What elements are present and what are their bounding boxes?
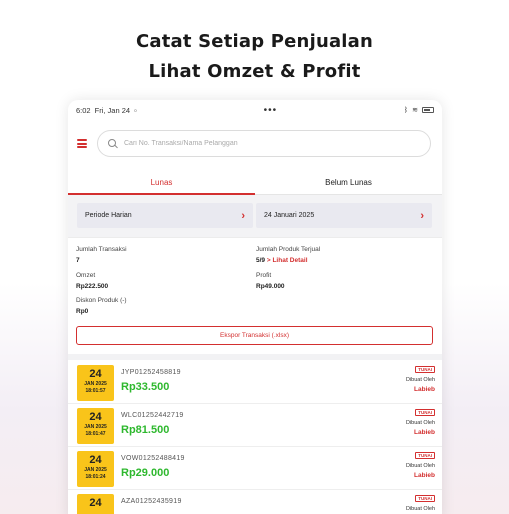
date-time: 18:01:24 <box>85 474 106 480</box>
created-by-user: Labieb <box>414 472 435 479</box>
payment-badge: TUNAI <box>415 409 435 416</box>
transaction-id: AZA01252435919 <box>121 498 182 505</box>
stat-jumlah-transaksi: Jumlah Transaksi 7 <box>76 246 127 264</box>
date-day: 24 <box>89 497 102 509</box>
date-month: JAN 2025 <box>84 424 107 430</box>
headline-line-2: Lihat Omzet & Profit <box>148 61 361 82</box>
transaction-amount: Rp33.500 <box>121 381 170 393</box>
date-time: 18:01:47 <box>85 431 106 437</box>
date-day: 24 <box>89 454 102 466</box>
date-badge: 24 <box>77 494 114 514</box>
tablet-screen: 6:02 Fri, Jan 24 ▫ ••• ᛒ ≋ Lunas Belum L… <box>68 100 442 514</box>
stat-value: Rp49.000 <box>256 283 285 290</box>
chevron-right-icon: › <box>420 209 424 222</box>
stat-label: Omzet <box>76 272 96 279</box>
search-icon <box>108 138 118 149</box>
transaction-id: JYP01252458819 <box>121 369 181 376</box>
transaction-list: 24 JAN 2025 18:01:57 JYP01252458819 Rp33… <box>68 361 442 514</box>
stat-value: 5/9 <box>256 257 266 264</box>
date-time: 18:01:57 <box>85 388 106 394</box>
created-by-user: Labieb <box>414 386 435 393</box>
date-badge: 24 JAN 2025 18:01:47 <box>77 408 114 444</box>
status-bar: 6:02 Fri, Jan 24 ▫ ••• ᛒ ≋ <box>68 100 442 120</box>
date-badge: 24 JAN 2025 18:01:24 <box>77 451 114 487</box>
stat-value: Rp0 <box>76 308 89 315</box>
date-badge: 24 JAN 2025 18:01:57 <box>77 365 114 401</box>
stat-label: Jumlah Produk Terjual <box>256 246 321 253</box>
date-month: JAN 2025 <box>84 381 107 387</box>
date-day: 24 <box>89 411 102 423</box>
created-by-label: Dibuat Oleh <box>405 377 435 383</box>
stat-label: Jumlah Transaksi <box>76 246 127 253</box>
wifi-icon: ≋ <box>412 107 418 114</box>
bluetooth-icon: ᛒ <box>403 106 409 114</box>
search-row <box>68 129 442 159</box>
status-time: 6:02 <box>76 105 91 115</box>
transaction-amount: Rp29.000 <box>121 467 170 479</box>
headline-line-1: Catat Setiap Penjualan <box>135 31 374 52</box>
transaction-row[interactable]: 24 JAN 2025 18:01:24 VOW01252488419 Rp29… <box>68 447 442 490</box>
notification-icon: ▫ <box>134 105 137 115</box>
stat-jumlah-produk: Jumlah Produk Terjual 5/9 > Lihat Detail <box>256 246 320 264</box>
transaction-id: VOW01252488419 <box>121 455 185 462</box>
status-dots: ••• <box>263 104 278 116</box>
payment-badge: TUNAI <box>415 366 435 373</box>
menu-icon[interactable] <box>77 139 87 148</box>
search-box[interactable] <box>97 130 431 157</box>
created-by-label: Dibuat Oleh <box>405 463 435 469</box>
stat-value: 7 <box>76 257 80 264</box>
created-by-label: Dibuat Oleh <box>405 420 435 426</box>
search-input[interactable] <box>124 140 404 147</box>
transaction-row[interactable]: 24 AZA01252435919 TUNAI Dibuat Oleh <box>68 490 442 514</box>
stat-omzet: Omzet Rp222.500 <box>76 272 108 290</box>
transaction-row[interactable]: 24 JAN 2025 18:01:57 JYP01252458819 Rp33… <box>68 361 442 404</box>
filter-bar: Periode Harian › 24 Januari 2025 › <box>68 195 442 238</box>
export-button[interactable]: Ekspor Transaksi (.xlsx) <box>76 326 433 345</box>
transaction-amount: Rp81.500 <box>121 424 170 436</box>
stat-label: Diskon Produk (-) <box>76 297 127 304</box>
stat-diskon: Diskon Produk (-) Rp0 <box>76 297 127 315</box>
date-day: 24 <box>89 368 102 380</box>
tab-bar: Lunas Belum Lunas <box>68 171 442 195</box>
lihat-detail-link[interactable]: > Lihat Detail <box>267 257 308 264</box>
stat-profit: Profit Rp49.000 <box>256 272 285 290</box>
status-date: Fri, Jan 24 <box>94 105 131 115</box>
date-month: JAN 2025 <box>84 467 107 473</box>
stat-label: Profit <box>256 272 272 279</box>
tab-belum-lunas[interactable]: Belum Lunas <box>255 171 442 194</box>
tab-lunas[interactable]: Lunas <box>68 171 255 195</box>
period-selector[interactable]: Periode Harian › <box>77 203 253 228</box>
chevron-right-icon: › <box>241 209 245 222</box>
divider <box>68 354 442 360</box>
battery-icon <box>422 107 434 113</box>
payment-badge: TUNAI <box>415 452 435 459</box>
payment-badge: TUNAI <box>415 495 435 502</box>
date-label: 24 Januari 2025 <box>264 212 315 219</box>
stat-value: Rp222.500 <box>76 283 109 290</box>
period-label: Periode Harian <box>85 212 132 219</box>
created-by-user: Labieb <box>414 429 435 436</box>
date-selector[interactable]: 24 Januari 2025 › <box>256 203 432 228</box>
created-by-label: Dibuat Oleh <box>405 506 435 512</box>
transaction-row[interactable]: 24 JAN 2025 18:01:47 WLC01252442719 Rp81… <box>68 404 442 447</box>
transaction-id: WLC01252442719 <box>121 412 184 419</box>
